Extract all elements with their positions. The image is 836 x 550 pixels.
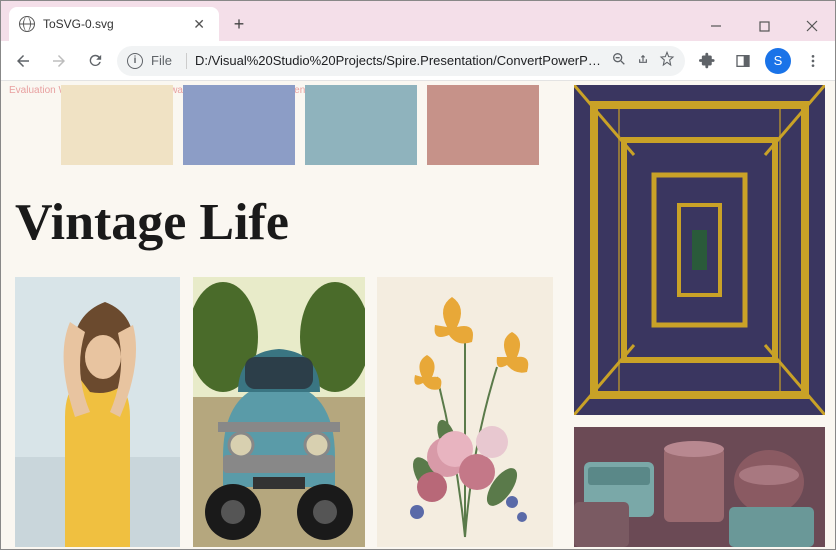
url-scheme: File (151, 53, 172, 68)
globe-icon (19, 16, 35, 32)
title-bar: ToSVG-0.svg ✕ + (1, 1, 835, 41)
zoom-icon[interactable] (611, 51, 627, 70)
reload-button[interactable] (81, 47, 109, 75)
menu-icon[interactable] (799, 47, 827, 75)
minimize-button[interactable] (693, 11, 739, 41)
extensions-icon[interactable] (693, 47, 721, 75)
image-flowers (377, 277, 553, 547)
image-truck (193, 277, 365, 547)
separator (186, 53, 187, 69)
swatch-3 (305, 85, 417, 165)
tab-title: ToSVG-0.svg (43, 17, 181, 31)
forward-button[interactable] (45, 47, 73, 75)
profile-avatar[interactable]: S (765, 48, 791, 74)
page-content: Evaluation Warning : The document was cr… (1, 81, 835, 549)
page-heading: Vintage Life (15, 193, 289, 252)
new-tab-button[interactable]: + (225, 10, 253, 38)
browser-tab[interactable]: ToSVG-0.svg ✕ (9, 7, 219, 41)
share-icon[interactable] (635, 51, 651, 70)
address-bar[interactable]: i File D:/Visual%20Studio%20Projects/Spi… (117, 46, 685, 76)
swatch-4 (427, 85, 539, 165)
info-icon[interactable]: i (127, 53, 143, 69)
back-button[interactable] (9, 47, 37, 75)
swatch-1 (61, 85, 173, 165)
window-controls (693, 11, 835, 41)
bookmark-icon[interactable] (659, 51, 675, 70)
image-woman (15, 277, 180, 547)
toolbar: i File D:/Visual%20Studio%20Projects/Spi… (1, 41, 835, 81)
maximize-button[interactable] (741, 11, 787, 41)
image-tins (574, 427, 825, 547)
close-window-button[interactable] (789, 11, 835, 41)
image-staircase (574, 85, 825, 415)
color-swatches (61, 85, 539, 165)
side-panel-icon[interactable] (729, 47, 757, 75)
url-text: D:/Visual%20Studio%20Projects/Spire.Pres… (195, 53, 603, 68)
swatch-2 (183, 85, 295, 165)
close-tab-icon[interactable]: ✕ (189, 14, 209, 35)
